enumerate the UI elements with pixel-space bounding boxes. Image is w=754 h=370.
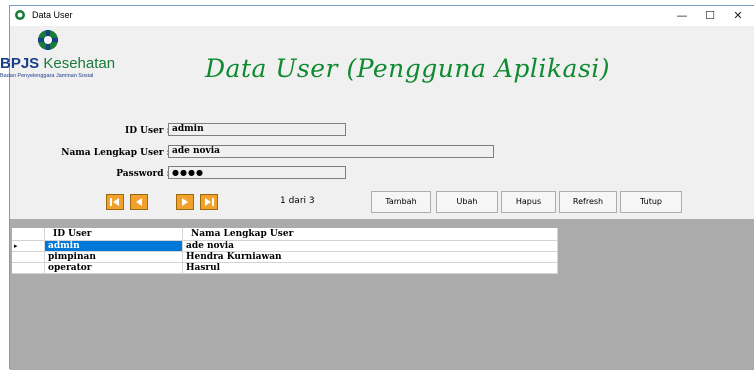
first-record-button[interactable] bbox=[106, 194, 124, 210]
title-bar: Data User — ☐ ✕ bbox=[10, 6, 754, 26]
refresh-button[interactable]: Refresh bbox=[559, 191, 617, 213]
minimize-button[interactable]: — bbox=[670, 8, 694, 24]
bpjs-logo-icon bbox=[38, 30, 58, 50]
prev-record-button[interactable] bbox=[130, 194, 148, 210]
id-user-field[interactable]: admin bbox=[168, 123, 346, 136]
next-record-button[interactable] bbox=[176, 194, 194, 210]
app-icon bbox=[15, 10, 25, 20]
table-row[interactable]: operator Hasrul bbox=[12, 263, 558, 274]
nama-lengkap-field[interactable]: ade novia bbox=[168, 145, 494, 158]
id-user-label: ID User : bbox=[125, 126, 170, 136]
logo-brand: BPJS Kesehatan bbox=[0, 55, 115, 72]
close-button[interactable]: ✕ bbox=[726, 8, 750, 24]
last-icon bbox=[205, 198, 214, 206]
cell-nama[interactable]: Hendra Kurniawan bbox=[183, 252, 558, 263]
tambah-button[interactable]: Tambah bbox=[371, 191, 431, 213]
next-icon bbox=[182, 198, 188, 206]
maximize-button[interactable]: ☐ bbox=[698, 8, 722, 24]
ubah-button[interactable]: Ubah bbox=[436, 191, 498, 213]
logo-brand-bold: BPJS bbox=[0, 55, 40, 72]
table-row[interactable]: pimpinan Hendra Kurniawan bbox=[12, 252, 558, 263]
user-data-grid[interactable]: ID User Nama Lengkap User ▸ admin ade no… bbox=[10, 219, 754, 370]
cell-id-user[interactable]: pimpinan bbox=[45, 252, 183, 263]
password-field[interactable]: ●●●● bbox=[168, 166, 346, 179]
hapus-button[interactable]: Hapus bbox=[501, 191, 556, 213]
table-row[interactable]: ▸ admin ade novia bbox=[12, 241, 558, 252]
cell-id-user[interactable]: operator bbox=[45, 263, 183, 274]
window-title: Data User bbox=[32, 10, 73, 20]
cell-id-user[interactable]: admin bbox=[45, 241, 183, 252]
row-indicator: ▸ bbox=[12, 241, 45, 252]
tutup-button[interactable]: Tutup bbox=[620, 191, 682, 213]
row-selector bbox=[12, 252, 45, 263]
column-header-id-user[interactable]: ID User bbox=[45, 228, 183, 241]
row-header-corner bbox=[12, 228, 45, 241]
password-label: Password : bbox=[116, 169, 170, 179]
cell-nama[interactable]: ade novia bbox=[183, 241, 558, 252]
row-selector bbox=[12, 263, 45, 274]
nama-lengkap-label: Nama Lengkap User : bbox=[61, 148, 170, 158]
last-record-button[interactable] bbox=[200, 194, 218, 210]
logo-brand-rest: Kesehatan bbox=[39, 55, 116, 72]
first-icon bbox=[110, 198, 119, 206]
bpjs-logo: BPJS Kesehatan Badan Penyelenggara Jamin… bbox=[0, 28, 150, 103]
logo-subtitle: Badan Penyelenggara Jaminan Sosial bbox=[0, 73, 94, 79]
record-counter: 1 dari 3 bbox=[280, 196, 315, 206]
column-header-nama[interactable]: Nama Lengkap User bbox=[183, 228, 558, 241]
data-user-window: Data User — ☐ ✕ BPJS Kesehatan Badan Pen… bbox=[0, 5, 754, 370]
cell-nama[interactable]: Hasrul bbox=[183, 263, 558, 274]
prev-icon bbox=[136, 198, 142, 206]
page-title: Data User (Pengguna Aplikasi) bbox=[205, 54, 611, 83]
